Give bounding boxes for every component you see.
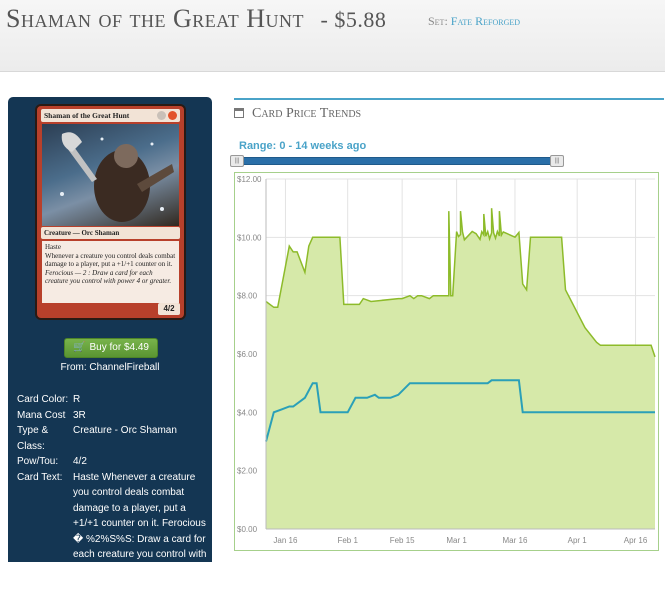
card-info-panel: Shaman of the Great Hunt Creature — Orc … <box>8 97 212 591</box>
attr-row: Mana Cost 3R <box>17 409 86 421</box>
price-chart: $0.00 $2.00 $4.00 $6.00 $8.00 $10.00 $12.00 Jan… <box>234 172 659 551</box>
card-name-title: Shaman of the Great Hunt <box>6 4 305 33</box>
attr-row: Flavor Text: <box>17 580 69 591</box>
set-link[interactable]: Fate Reforged <box>451 14 520 28</box>
slider-track[interactable] <box>233 157 561 165</box>
cart-icon: 🛒 <box>73 342 86 353</box>
buy-button-label: Buy for $4.49 <box>89 342 149 353</box>
range-slider[interactable]: ||| ||| <box>230 155 565 167</box>
attr-row: Type & Class: Creature - Orc Shaman <box>17 425 177 452</box>
slider-handle-right[interactable]: ||| <box>550 155 564 167</box>
y-tick-label: $6.00 <box>237 350 258 359</box>
card-art <box>42 124 179 226</box>
vendor-label: From: ChannelFireball <box>60 362 160 373</box>
section-divider <box>234 98 664 100</box>
red-mana-icon <box>168 111 177 120</box>
card-attributes: Card Color: R Mana Cost 3R Type & Class: Cr… <box>17 392 207 594</box>
y-tick-label: $2.00 <box>237 467 258 476</box>
x-tick-label: Mar 16 <box>503 536 528 545</box>
price-chart-svg: $0.00 $2.00 $4.00 $6.00 $8.00 $10.00 $12.00 Jan… <box>237 175 656 545</box>
y-tick-label: $10.00 <box>237 233 262 242</box>
set-info: Set: Fate Reforged <box>428 14 520 29</box>
card-image: Shaman of the Great Hunt Creature — Orc … <box>35 104 186 320</box>
card-type-line: Creature — Orc Shaman <box>41 227 180 239</box>
card-power-toughness: 4/2 <box>158 303 180 315</box>
x-tick-label: Apr 16 <box>624 536 648 545</box>
page-header: Shaman of the Great Hunt - $5.88 Set: Fa… <box>0 0 665 72</box>
trends-heading: Card Price Trends <box>234 106 361 122</box>
calendar-icon <box>234 108 244 118</box>
y-tick-label: $4.00 <box>237 408 258 417</box>
set-label: Set: <box>428 14 448 28</box>
mana-symbol-icon <box>157 111 166 120</box>
card-price: - $5.88 <box>320 7 387 32</box>
y-tick-label: $8.00 <box>237 292 258 301</box>
x-tick-label: Feb 1 <box>337 536 358 545</box>
x-tick-label: Mar 1 <box>446 536 467 545</box>
attr-row: Pow/Tou: 4/2 <box>17 456 87 467</box>
card-art-illustration <box>60 132 174 222</box>
y-tick-label: $12.00 <box>237 175 262 184</box>
slider-handle-left[interactable]: ||| <box>230 155 244 167</box>
x-tick-label: Feb 15 <box>390 536 415 545</box>
page-title: Shaman of the Great Hunt - $5.88 <box>6 4 386 34</box>
series-1-area <box>266 208 655 529</box>
buy-button[interactable]: 🛒 Buy for $4.49 <box>64 338 158 358</box>
range-label: Range: 0 - 14 weeks ago <box>239 140 367 152</box>
y-tick-label: $0.00 <box>237 525 258 534</box>
x-tick-label: Apr 1 <box>568 536 588 545</box>
card-image-name: Shaman of the Great Hunt <box>41 109 180 122</box>
card-rules-text: Haste Whenever a creature you control de… <box>42 241 179 303</box>
x-tick-label: Jan 16 <box>273 536 298 545</box>
attr-row: Card Color: R <box>17 394 81 405</box>
